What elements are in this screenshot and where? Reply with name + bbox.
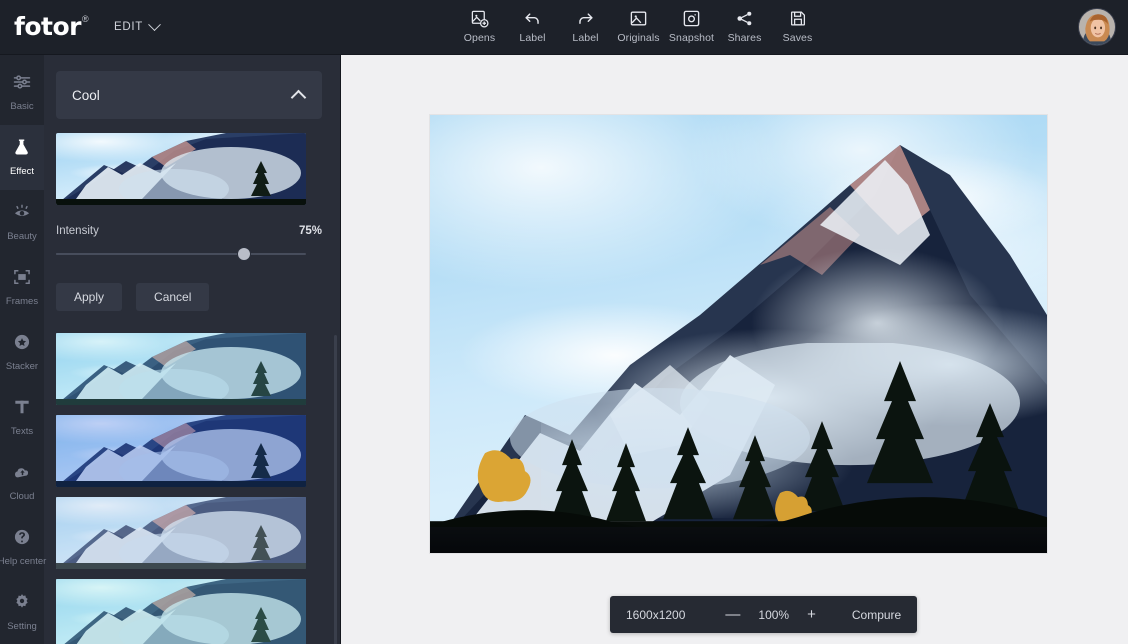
- app-logo[interactable]: fotor ®: [14, 14, 100, 40]
- toolbar-shares-button[interactable]: Shares: [718, 5, 771, 44]
- intensity-row: Intensity 75%: [56, 225, 322, 237]
- sidebar-item-beauty[interactable]: Beauty: [0, 190, 44, 255]
- sliders-icon: [12, 72, 32, 97]
- filter-group-cool-header[interactable]: Cool: [56, 71, 322, 119]
- eye-icon: [12, 202, 32, 227]
- sidebar-item-cloud[interactable]: Cloud: [0, 449, 44, 514]
- sidebar-item-label: Effect: [9, 166, 35, 178]
- tree-silhouettes: [430, 342, 1047, 553]
- filter-thumbnail[interactable]: [56, 497, 306, 569]
- chevron-down-icon: [148, 17, 161, 31]
- sidebar-item-label: Basic: [10, 101, 34, 113]
- sidebar-item-label: Help center: [0, 555, 47, 567]
- slider-knob[interactable]: [237, 248, 250, 260]
- toolbar-undo-button[interactable]: Label: [506, 5, 559, 44]
- sidebar-item-label: Texts: [10, 425, 34, 437]
- sidebar-item-basic[interactable]: Basic: [0, 60, 44, 125]
- filter-thumbnail-image: [56, 415, 306, 487]
- sidebar-item-label: Setting: [7, 620, 37, 632]
- sidebar-item-setting[interactable]: Setting: [0, 579, 44, 644]
- sidebar-item-effect[interactable]: Effect: [0, 124, 44, 190]
- panel-scrollbar[interactable]: [334, 335, 337, 644]
- frame-icon: [12, 267, 32, 292]
- sidebar-item-label: Frames: [5, 296, 39, 308]
- effect-panel-content: Cool Intensity 75% Apply Cancel: [44, 55, 340, 644]
- toolbar-opens-button[interactable]: Opens: [453, 5, 506, 44]
- text-t-icon: [12, 397, 32, 422]
- toolbar-label: Opens: [463, 32, 496, 44]
- toolbar-label: Snapshot: [668, 32, 715, 44]
- preview-photo: [56, 133, 306, 205]
- sidebar-item-frames[interactable]: Frames: [0, 255, 44, 320]
- toolbar-label: Saves: [782, 32, 813, 44]
- header-toolbar: Opens Label Label Originals Snapshot Sha…: [453, 5, 824, 44]
- star-circle-icon: [12, 332, 32, 357]
- avatar-photo: [1079, 9, 1115, 45]
- image-add-icon: [470, 9, 489, 28]
- sidebar-item-stacker[interactable]: Stacker: [0, 320, 44, 385]
- toolbar-label: Originals: [617, 32, 660, 44]
- action-buttons: Apply Cancel: [56, 283, 322, 311]
- intensity-value: 75%: [298, 225, 322, 237]
- zoom-level-label: 100%: [758, 607, 790, 622]
- compare-button[interactable]: Compure: [826, 608, 901, 622]
- registered-mark: ®: [82, 14, 89, 24]
- toolbar-saves-button[interactable]: Saves: [771, 5, 824, 44]
- floppy-save-icon: [789, 9, 807, 28]
- main-photo[interactable]: [430, 115, 1047, 553]
- toolbar-redo-button[interactable]: Label: [559, 5, 612, 44]
- intensity-label: Intensity: [56, 225, 99, 237]
- flask-icon: [12, 137, 32, 162]
- toolbar-label: Shares: [727, 32, 762, 44]
- edit-menu[interactable]: EDIT: [114, 17, 161, 33]
- toolbar-label: Label: [572, 32, 599, 44]
- effect-panel: Cool Intensity 75% Apply Cancel: [44, 55, 340, 644]
- sidebar-item-label: Cloud: [9, 490, 35, 502]
- chevron-up-icon: [290, 89, 307, 105]
- photo-bottom-edge: [430, 526, 1047, 553]
- question-circle-icon: [12, 527, 32, 552]
- edit-menu-label: EDIT: [114, 21, 143, 33]
- app-logo-text: fotor: [14, 12, 82, 41]
- filter-thumbnail-image: [56, 333, 306, 405]
- slider-fill: [56, 253, 244, 255]
- filter-thumbnail[interactable]: [56, 579, 306, 644]
- cancel-button[interactable]: Cancel: [136, 283, 210, 311]
- main-photo-image: [430, 115, 1047, 553]
- apply-button[interactable]: Apply: [56, 283, 123, 311]
- canvas-area: 1600x1200 — 100% + Compure: [340, 55, 1128, 644]
- filter-group-title: Cool: [72, 87, 100, 103]
- cloud-upload-icon: [12, 462, 33, 487]
- app-body: Basic Effect Beauty Frames Stacker Texts…: [0, 55, 1128, 644]
- filter-thumbnail[interactable]: [56, 333, 306, 405]
- app-header: fotor ® EDIT Opens Label Label Originals…: [0, 0, 1128, 55]
- toolbar-label: Label: [519, 32, 546, 44]
- avatar[interactable]: [1078, 8, 1116, 46]
- filter-thumbnail-image: [56, 579, 306, 644]
- sidebar-item-label: Beauty: [7, 231, 37, 243]
- undo-arrow-icon: [522, 9, 543, 28]
- toolbar-snapshot-button[interactable]: Snapshot: [665, 5, 718, 44]
- image-dimensions-label: 1600x1200: [626, 607, 686, 622]
- camera-icon: [682, 9, 701, 28]
- sidebar-item-label: Stacker: [5, 361, 39, 372]
- sidebar-item-texts[interactable]: Texts: [0, 384, 44, 449]
- filter-thumbnail[interactable]: [56, 415, 306, 487]
- share-nodes-icon: [735, 9, 754, 28]
- fotor-photo-editor: fotor ® EDIT Opens Label Label Originals…: [0, 0, 1128, 644]
- filter-thumbnail-image: [56, 497, 306, 569]
- zoom-out-button[interactable]: —: [715, 607, 750, 622]
- gear-icon: [12, 592, 32, 617]
- redo-arrow-icon: [575, 9, 596, 28]
- left-sidebar: Basic Effect Beauty Frames Stacker Texts…: [0, 55, 47, 644]
- filter-thumbnail-list: [56, 333, 322, 644]
- zoom-toolbar: 1600x1200 — 100% + Compure: [610, 596, 918, 633]
- zoom-in-button[interactable]: +: [797, 607, 826, 622]
- intensity-slider[interactable]: [56, 247, 306, 261]
- selected-filter-preview[interactable]: [56, 133, 306, 205]
- image-icon: [629, 9, 648, 28]
- toolbar-originals-button[interactable]: Originals: [612, 5, 665, 44]
- sidebar-item-help-center[interactable]: Help center: [0, 514, 47, 579]
